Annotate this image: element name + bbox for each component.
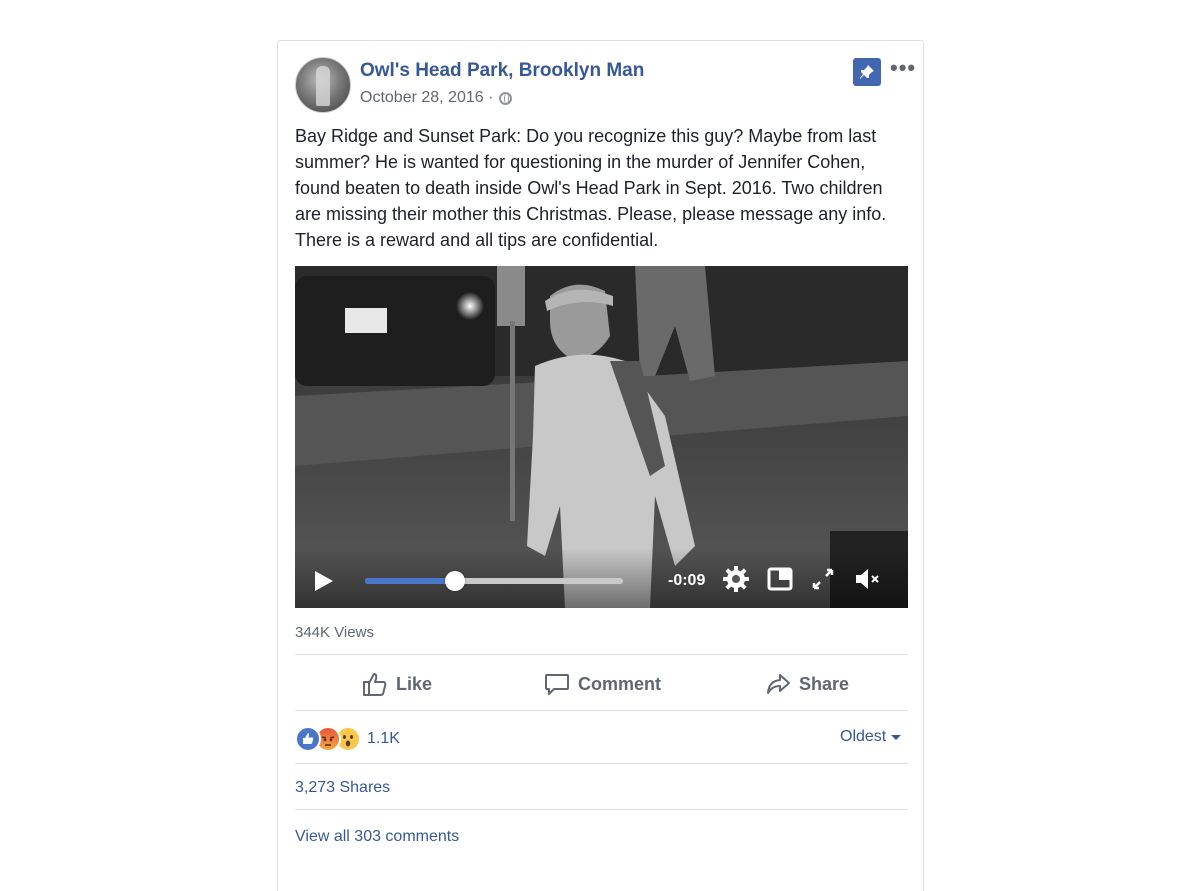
fullscreen-icon[interactable] (808, 564, 838, 594)
post-meta: October 28, 2016 · (360, 89, 513, 107)
progress-bar[interactable] (365, 571, 623, 591)
progress-handle[interactable] (445, 571, 466, 591)
divider (295, 654, 908, 655)
share-arrow-icon (767, 674, 790, 694)
video-player[interactable]: -0:09 (295, 266, 908, 608)
like-label: Like (396, 673, 433, 694)
more-options-button[interactable]: ••• (890, 57, 916, 79)
share-label: Share (799, 673, 850, 694)
volume-muted-icon[interactable] (852, 564, 882, 594)
globe-icon (499, 91, 513, 105)
view-all-comments-link[interactable]: View all 303 comments (295, 828, 459, 846)
pin-icon (860, 65, 874, 79)
pin-button[interactable] (853, 58, 881, 86)
sort-label: Oldest (840, 728, 887, 745)
like-reaction-icon (295, 726, 321, 752)
page-avatar[interactable] (295, 57, 351, 113)
page-name-link[interactable]: Owl's Head Park, Brooklyn Man (360, 60, 644, 82)
settings-gear-icon[interactable] (721, 564, 751, 594)
reaction-count[interactable]: 1.1K (367, 730, 400, 748)
post-date[interactable]: October 28, 2016 · (360, 89, 493, 107)
video-controls: -0:09 (295, 548, 908, 608)
time-remaining: -0:09 (668, 572, 706, 589)
comment-label: Comment (578, 673, 662, 694)
post-card: Owl's Head Park, Brooklyn Man October 28… (277, 40, 924, 891)
picture-in-picture-icon[interactable] (765, 564, 795, 594)
progress-fill (365, 578, 456, 584)
like-button[interactable]: Like (362, 669, 432, 699)
reaction-summary[interactable]: 1.1K (295, 726, 400, 752)
post-text: Bay Ridge and Sunset Park: Do you recogn… (295, 126, 887, 250)
share-count-link[interactable]: 3,273 Shares (295, 779, 390, 797)
comment-button[interactable]: Comment (544, 669, 661, 699)
comment-sort-dropdown[interactable]: Oldest (840, 728, 902, 746)
divider (295, 710, 908, 711)
divider (295, 809, 908, 810)
share-button[interactable]: Share (765, 669, 849, 699)
caret-down-icon (891, 734, 902, 740)
play-button[interactable] (315, 571, 333, 591)
divider (295, 763, 908, 764)
thumbs-up-icon (363, 673, 387, 696)
view-count: 344K Views (295, 624, 374, 641)
comment-bubble-icon (545, 674, 569, 695)
